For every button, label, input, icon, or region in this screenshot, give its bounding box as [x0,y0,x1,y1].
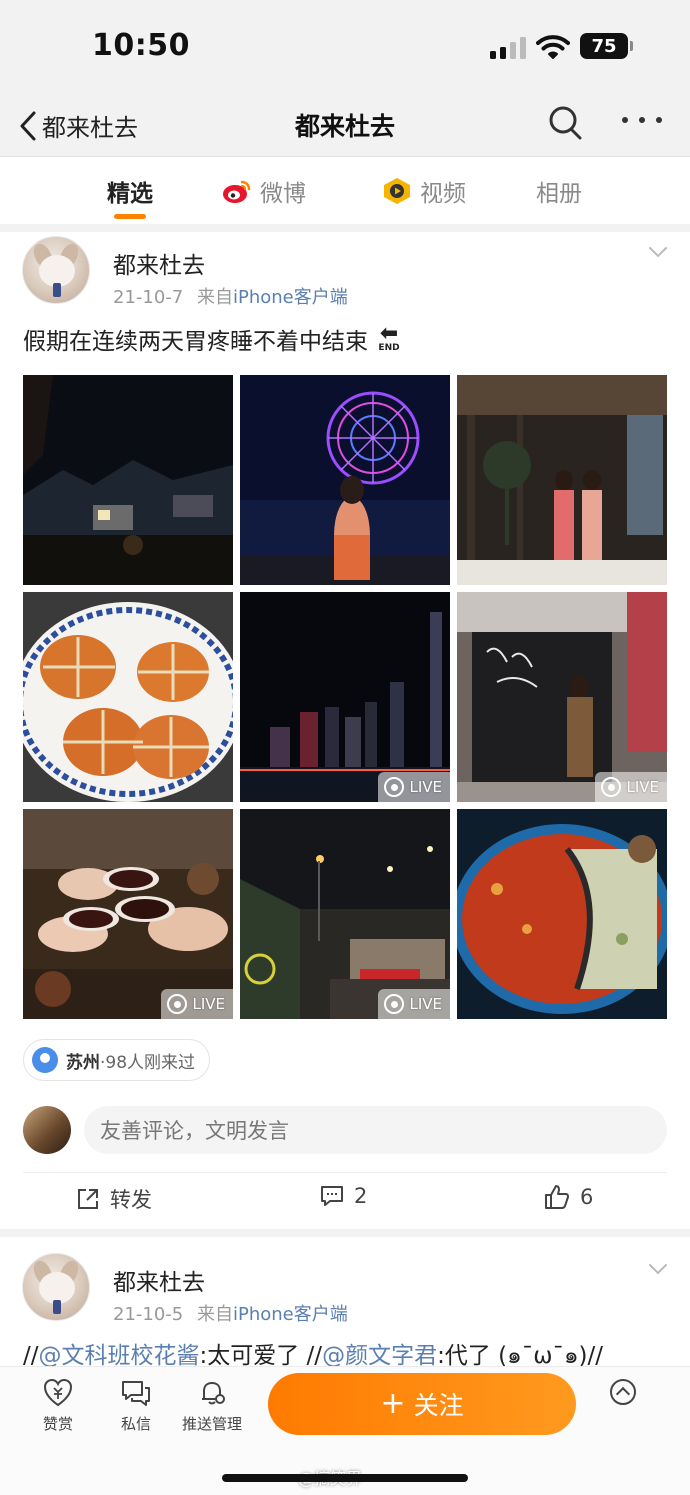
live-icon [384,994,405,1014]
tab-weibo[interactable]: 微博 [222,174,306,208]
photo-city-skyline-night[interactable]: LIVE [240,592,450,802]
location-pin-icon [32,1047,58,1073]
post-source[interactable]: iPhone客户端 [233,287,348,308]
photo-night-street-stall[interactable]: LIVE [240,809,450,1019]
location-city: 苏州 [66,1052,100,1073]
divider [23,1172,667,1173]
post-source-prefix: 来自 [197,1304,233,1325]
like-count: 6 [580,1185,594,1209]
status-bar: 10:50 75 [0,0,690,95]
tab-weibo-label: 微博 [260,181,306,207]
post-meta: 21-10-5 来自iPhone客户端 [113,1300,348,1326]
post-meta: 21-10-7 来自iPhone客户端 [113,283,348,309]
message-label: 私信 [120,1415,151,1433]
post-date: 21-10-7 [113,287,184,308]
repost-icon [78,1189,98,1209]
photo-ferris-wheel-night[interactable] [240,375,450,585]
follow-label: 关注 [413,1391,464,1420]
scroll-top-icon[interactable] [610,1379,636,1405]
plus-icon: + [380,1386,406,1421]
tab-album-label: 相册 [536,181,582,207]
photo-hotpot[interactable] [457,809,667,1019]
live-label: LIVE [626,778,659,796]
live-label: LIVE [409,778,442,796]
comment-icon [321,1186,343,1206]
live-label: LIVE [409,995,442,1013]
message-button[interactable]: 私信 [120,1377,152,1434]
comment-button[interactable]: 2 [320,1184,367,1208]
author-avatar[interactable] [22,1253,90,1321]
live-icon [384,777,405,797]
photo-two-friends-lobby[interactable] [457,375,667,585]
bell-settings-icon [202,1382,225,1405]
post-author-name[interactable]: 都来杜去 [113,246,205,280]
location-tag[interactable]: 苏州 ·98人刚来过 [23,1039,211,1081]
push-settings-button[interactable]: 推送管理 [182,1377,242,1434]
reward-icon [43,1378,73,1407]
wifi-icon [536,35,570,59]
message-icon [122,1381,150,1406]
photo-grid: LIVE LIVE LIVE LIVE [23,375,667,1019]
live-label: LIVE [192,995,225,1013]
page-title: 都来杜去 [294,112,395,141]
post-source-prefix: 来自 [197,287,233,308]
follow-button[interactable]: + 关注 [268,1373,576,1435]
repost-button[interactable]: 转发 [76,1184,152,1214]
section-separator [0,1229,690,1237]
push-settings-label: 推送管理 [182,1415,243,1433]
photo-poster-board-selfie[interactable]: LIVE [457,592,667,802]
end-emoji-icon: ⬅ END [378,321,400,354]
post-text: 假期在连续两天胃疼睡不着中结束 ⬅ END [23,322,404,356]
profile-tabs: 精选 微博 视频 相册 [0,158,690,224]
comment-count: 2 [354,1184,368,1208]
commenter-avatar [23,1106,71,1154]
cellular-signal-icon [490,37,526,59]
chevron-down-icon[interactable] [648,246,668,258]
status-time: 10:50 [92,28,190,63]
tab-featured-label: 精选 [107,181,153,207]
live-icon [167,994,188,1014]
top-nav-bar: 都来杜去 都来杜去 [0,95,690,157]
thumbs-up-icon [545,1185,569,1209]
end-badge-label: END [378,343,400,353]
photo-toasting-cups[interactable]: LIVE [23,809,233,1019]
like-button[interactable]: 6 [544,1184,593,1210]
repost-label: 转发 [110,1188,152,1212]
live-photo-badge: LIVE [595,772,667,802]
photo-hairy-crabs-plate[interactable] [23,592,233,802]
post-date: 21-10-5 [113,1304,184,1325]
post-body: 假期在连续两天胃疼睡不着中结束 [23,329,368,355]
live-photo-badge: LIVE [378,989,450,1019]
tab-video[interactable]: 视频 [382,174,466,208]
chevron-down-icon[interactable] [648,1263,668,1275]
post-source[interactable]: iPhone客户端 [233,1304,348,1325]
comment-input[interactable]: 友善评论，文明发言 [84,1106,667,1154]
video-logo-icon [384,178,410,204]
location-visitors: ·98人刚来过 [100,1052,196,1073]
search-icon[interactable] [548,105,582,141]
live-photo-badge: LIVE [161,989,233,1019]
section-separator [0,224,690,232]
live-photo-badge: LIVE [378,772,450,802]
post-author-name[interactable]: 都来杜去 [113,1263,205,1297]
reward-button[interactable]: 赞赏 [42,1377,74,1434]
photo-night-lake-villa[interactable] [23,375,233,585]
live-icon [601,777,622,797]
home-indicator [222,1474,468,1482]
active-tab-indicator [114,214,146,219]
more-options-button[interactable] [622,105,662,135]
tab-featured[interactable]: 精选 [107,174,153,208]
reward-label: 赞赏 [42,1415,73,1433]
tab-video-label: 视频 [420,181,466,207]
weibo-logo-icon [223,180,251,203]
bottom-action-bar: 赞赏 私信 推送管理 + 关注 @搞笑界 [0,1366,690,1495]
author-avatar[interactable] [22,236,90,304]
battery-icon: 75 [580,33,633,59]
tab-album[interactable]: 相册 [536,174,582,208]
